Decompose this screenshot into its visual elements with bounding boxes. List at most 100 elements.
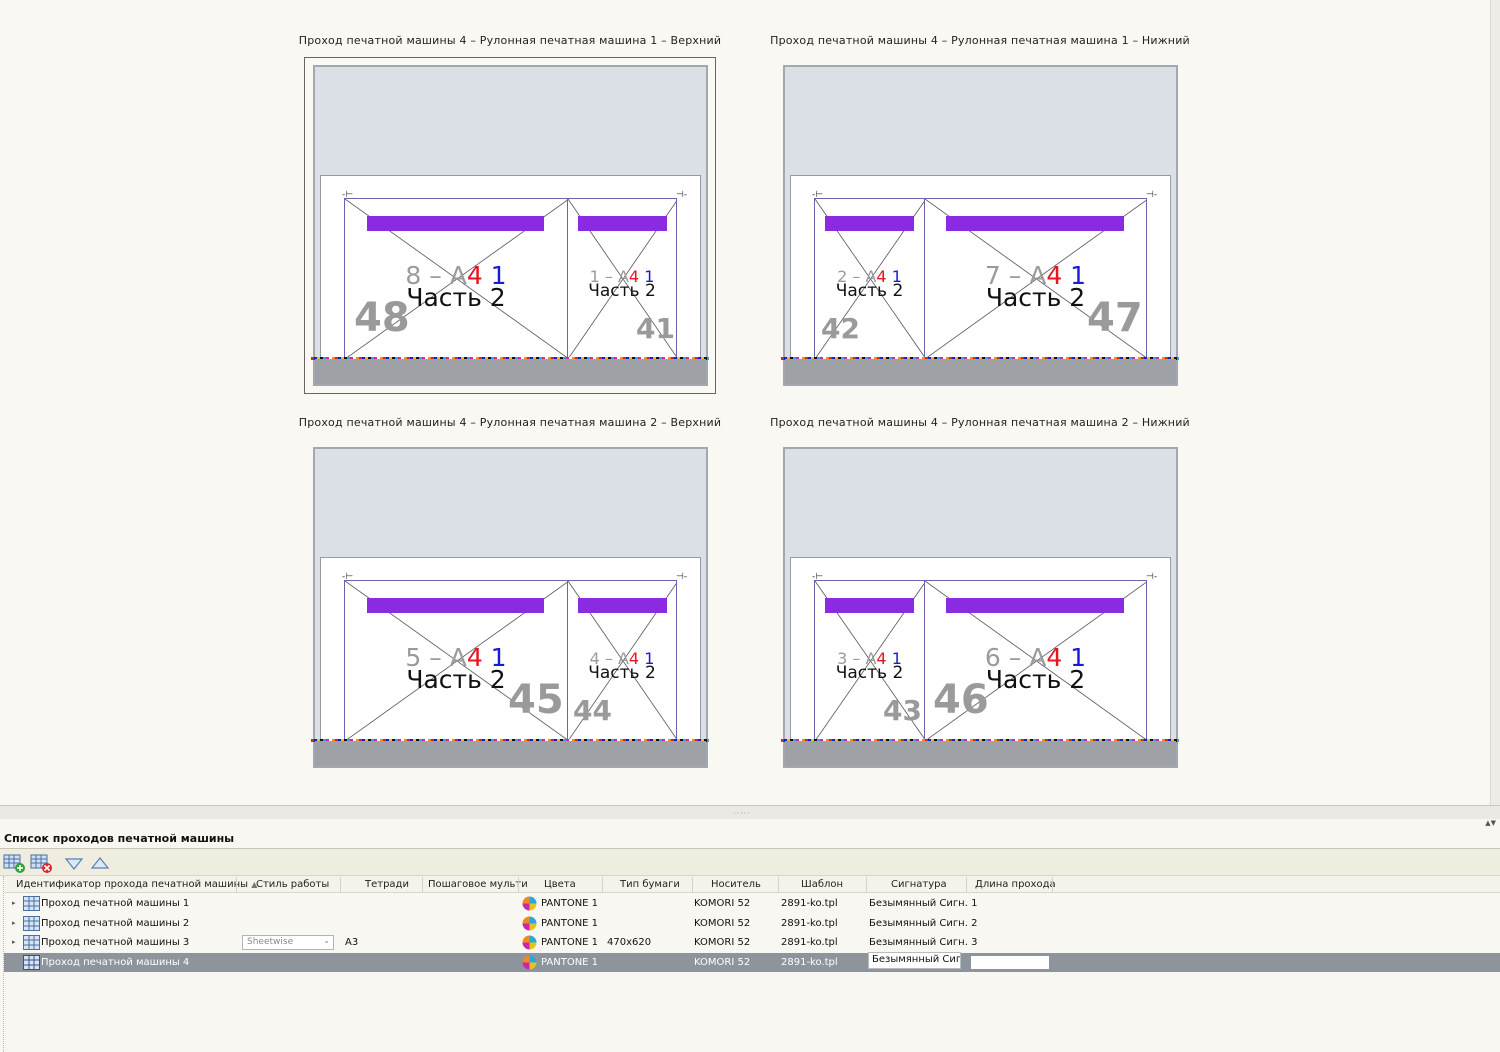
page-color-bar — [946, 598, 1124, 613]
paper-area: -⊢ ⊣- 2 – A4 1 Часть 2 42 7 – A4 1 Часть… — [790, 175, 1171, 359]
expand-arrow-icon[interactable]: ▸ — [12, 938, 16, 946]
cell-signature: Безымянный Сигн. 2 — [869, 918, 978, 929]
cell-template: 2891-ko.tpl — [781, 918, 838, 929]
color-wheel-icon — [522, 916, 537, 931]
gripper-margin — [315, 741, 706, 766]
folio-number: 47 — [1087, 295, 1143, 341]
page-part: Часть 2 — [588, 663, 656, 683]
table-row-selected[interactable]: Проход печатной машины 4 PANTONE 1 KOMOR… — [4, 952, 1500, 972]
paper-area: -⊢ ⊣- 3 – A4 1 Часть 2 43 6 – A4 1 Часть… — [790, 557, 1171, 741]
folio-number: 44 — [573, 694, 612, 727]
page-part: Часть 2 — [835, 663, 904, 683]
folio-number: 48 — [354, 295, 410, 341]
gripper-margin — [785, 741, 1176, 766]
press-run-icon — [23, 916, 40, 931]
page-color-bar — [578, 598, 667, 613]
chevron-down-icon: ⌄ — [323, 936, 330, 945]
triangle-down-icon[interactable] — [62, 852, 86, 874]
paper-area: -⊢ ⊣- 8 – A4 1 Часть 2 48 1 – A4 1 Часть… — [320, 175, 701, 359]
press-run-icon — [23, 896, 40, 911]
add-press-run-icon[interactable] — [3, 852, 27, 874]
run-length-edit-field[interactable] — [971, 956, 1049, 969]
table-row[interactable]: ▸ Проход печатной машины 1 PANTONE 1 KOM… — [4, 894, 1500, 913]
cell-sections: A3 — [345, 937, 359, 948]
table-row[interactable]: ▸ Проход печатной машины 2 PANTONE 1 KOM… — [4, 914, 1500, 933]
press-run-icon — [23, 955, 40, 970]
cell-template: 2891-ko.tpl — [781, 957, 838, 968]
table-row[interactable]: ▸ Проход печатной машины 3 Sheetwise ⌄ A3… — [4, 933, 1500, 952]
gripper-margin — [315, 359, 706, 384]
vertical-scrollbar[interactable] — [1490, 0, 1500, 805]
sheet-title: Проход печатной машины 4 – Рулонная печа… — [298, 416, 722, 429]
column-header-signature[interactable]: Сигнатура — [891, 879, 947, 890]
folio-number: 46 — [933, 677, 989, 723]
page-color-bar — [825, 216, 914, 231]
cell-id: Проход печатной машины 4 — [41, 957, 190, 968]
paper-area: -⊢ ⊣- 5 – A4 1 Часть 2 45 4 – A4 1 Часть… — [320, 557, 701, 741]
imposition-preview: Проход печатной машины 4 – Рулонная печа… — [0, 0, 1490, 805]
cell-colors: PANTONE 1 — [541, 937, 597, 948]
sheet-title: Проход печатной машины 4 – Рулонная печа… — [770, 416, 1190, 429]
crop-mark: ⊣- — [1146, 572, 1158, 582]
column-header-run-length[interactable]: Длина прохода — [975, 879, 1056, 890]
folio-number: 41 — [636, 312, 675, 345]
page-color-bar — [367, 598, 544, 613]
column-header-id[interactable]: Идентификатор прохода печатной машины ▲ — [16, 879, 257, 890]
page-color-bar — [578, 216, 667, 231]
column-header-step-multi[interactable]: Пошаговое мульти — [428, 879, 528, 890]
column-header-template[interactable]: Шаблон — [801, 879, 843, 890]
cell-id: Проход печатной машины 1 — [41, 898, 190, 909]
crop-mark: ⊣- — [1146, 190, 1158, 200]
page-left[interactable]: 5 – A4 1 Часть 2 45 — [344, 580, 568, 740]
color-wheel-icon — [522, 955, 537, 970]
color-wheel-icon — [522, 896, 537, 911]
cell-id: Проход печатной машины 2 — [41, 918, 190, 929]
page-color-bar — [946, 216, 1124, 231]
signature-edit-field[interactable]: Безымянный Сигн. 4 — [868, 952, 961, 969]
press-run-icon — [23, 935, 40, 950]
panel-title: Список проходов печатной машины — [4, 832, 235, 845]
cell-colors: PANTONE 1 — [541, 918, 597, 929]
folio-number: 43 — [883, 694, 922, 727]
column-header-paper-type[interactable]: Тип бумаги — [620, 879, 680, 890]
panel-splitter[interactable]: ····· — [0, 805, 1500, 819]
press-sheet[interactable]: -⊢ ⊣- 3 – A4 1 Часть 2 43 6 – A4 1 Часть… — [781, 447, 1179, 768]
cell-media: KOMORI 52 — [694, 918, 751, 929]
page-left[interactable]: 8 – A4 1 Часть 2 48 — [344, 198, 568, 358]
page-right[interactable]: 6 – A4 1 Часть 2 46 — [924, 580, 1147, 740]
press-sheet[interactable]: -⊢ ⊣- 2 – A4 1 Часть 2 42 7 – A4 1 Часть… — [781, 65, 1179, 386]
expand-arrow-icon[interactable]: ▸ — [12, 919, 16, 927]
column-header-media[interactable]: Носитель — [711, 879, 761, 890]
press-sheet[interactable]: -⊢ ⊣- 5 – A4 1 Часть 2 45 4 – A4 1 Часть… — [311, 447, 709, 768]
expand-arrow-icon[interactable]: ▸ — [12, 899, 16, 907]
cell-template: 2891-ko.tpl — [781, 898, 838, 909]
press-sheet[interactable]: -⊢ ⊣- 8 – A4 1 Часть 2 48 1 – A4 1 Часть… — [311, 65, 709, 386]
column-header-sections[interactable]: Тетради — [365, 879, 409, 890]
color-wheel-icon — [522, 935, 537, 950]
cell-media: KOMORI 52 — [694, 957, 751, 968]
sheet-title: Проход печатной машины 4 – Рулонная печа… — [770, 34, 1190, 47]
column-header-colors[interactable]: Цвета — [544, 879, 576, 890]
cell-template: 2891-ko.tpl — [781, 937, 838, 948]
delete-press-run-icon[interactable] — [30, 852, 54, 874]
page-color-bar — [367, 216, 544, 231]
page-part: Часть 2 — [588, 281, 656, 301]
splitter-grip[interactable]: ····· — [733, 809, 751, 818]
page-right[interactable]: 1 – A4 1 Часть 2 41 — [567, 198, 677, 358]
triangle-up-icon[interactable] — [88, 852, 112, 874]
page-left[interactable]: 3 – A4 1 Часть 2 43 — [814, 580, 925, 740]
page-part: Часть 2 — [835, 281, 904, 301]
page-right[interactable]: 7 – A4 1 Часть 2 47 — [924, 198, 1147, 358]
work-style-select[interactable]: Sheetwise ⌄ — [242, 935, 334, 950]
crop-mark: ⊣- — [676, 572, 688, 582]
page-right[interactable]: 4 – A4 1 Часть 2 44 — [567, 580, 677, 740]
cell-colors: PANTONE 1 — [541, 898, 597, 909]
cell-signature: Безымянный Сигн. 1 — [869, 898, 978, 909]
folio-number: 42 — [821, 312, 860, 345]
crop-mark: ⊣- — [676, 190, 688, 200]
panel-collapse-arrows-icon[interactable]: ▲▼ — [1485, 819, 1496, 827]
page-color-bar — [825, 598, 914, 613]
column-header-style[interactable]: Стиль работы — [256, 879, 329, 890]
page-left[interactable]: 2 – A4 1 Часть 2 42 — [814, 198, 925, 358]
sheet-title: Проход печатной машины 4 – Рулонная печа… — [298, 34, 722, 47]
